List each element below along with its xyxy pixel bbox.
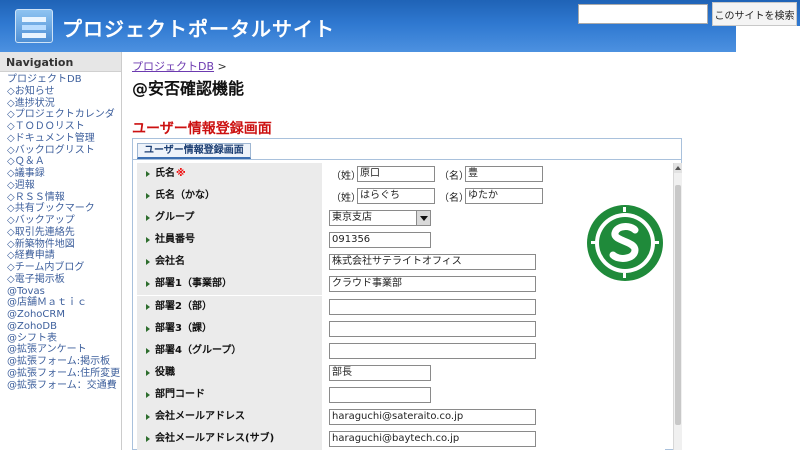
tab-user-registration[interactable]: ユーザー情報登録画面 <box>137 143 251 159</box>
nav-item-todo-list[interactable]: ◇ＴＯＤＯリスト <box>7 121 121 133</box>
main-content: プロジェクトDB > @安否確認機能 ユーザー情報登録画面 ユーザー情報登録画面… <box>122 52 800 450</box>
nav-item-documents[interactable]: ◇ドキュメント管理 <box>7 133 121 145</box>
dept2-input[interactable] <box>329 298 536 315</box>
form-row-email: 会社メールアドレス haraguchi@sateraito.co.jp <box>137 406 665 429</box>
breadcrumb: プロジェクトDB > <box>132 58 227 74</box>
nav-item-announcements[interactable]: ◇お知らせ <box>7 86 121 98</box>
navigation-list: プロジェクトDB ◇お知らせ ◇進捗状況 ◇プロジェクトカレンダ ◇ＴＯＤＯリス… <box>0 72 121 391</box>
form-row-dept4: 部署4（グループ） <box>137 339 665 362</box>
nav-item-property-map[interactable]: ◇新築物件地図 <box>7 239 121 251</box>
nav-item-tovas[interactable]: @Tovas <box>7 286 121 298</box>
nav-item-minutes[interactable]: ◇議事録 <box>7 168 121 180</box>
nav-item-survey[interactable]: @拡張アンケート <box>7 344 121 356</box>
name-label-text: 氏名 <box>155 168 175 179</box>
name-kana-label: 氏名（かな） <box>137 185 322 208</box>
nav-item-backup[interactable]: ◇バックアップ <box>7 215 121 227</box>
dept4-input[interactable] <box>329 342 536 359</box>
navigation-title: Navigation <box>0 52 121 72</box>
nav-item-form-address[interactable]: @拡張フォーム:住所変更 <box>7 368 121 380</box>
nav-item-bookmarks[interactable]: ◇共有ブックマーク <box>7 203 121 215</box>
company-input[interactable]: 株式会社サテライトオフィス <box>329 254 536 271</box>
group-label: グループ <box>137 207 322 230</box>
nav-item-expenses[interactable]: ◇経費申請 <box>7 250 121 262</box>
email-input[interactable]: haraguchi@sateraito.co.jp <box>329 409 536 426</box>
name-label: 氏名※ <box>137 163 322 185</box>
nav-item-form-board[interactable]: @拡張フォーム:掲示板 <box>7 356 121 368</box>
group-select-value: 東京支店 <box>332 212 372 224</box>
sateraito-logo-seal <box>587 205 663 281</box>
site-search-button[interactable]: このサイトを検索 <box>712 2 797 26</box>
nav-item-tenpo-matic[interactable]: @店舗Ｍａｔｉｃ <box>7 297 121 309</box>
section-title: ユーザー情報登録画面 <box>132 121 272 137</box>
form-row-dept3: 部署3（課） <box>137 317 665 340</box>
email-sub-label: 会社メールアドレス(サブ) <box>137 428 322 450</box>
scrollbar-thumb[interactable] <box>675 185 681 425</box>
form-row-position: 役職 部長 <box>137 361 665 384</box>
form-row-dept-code: 部門コード <box>137 383 665 407</box>
site-search-input[interactable] <box>578 4 708 24</box>
scroll-up-icon[interactable] <box>674 163 682 173</box>
breadcrumb-separator: > <box>214 60 227 73</box>
nav-item-backlog[interactable]: ◇バックログリスト <box>7 145 121 157</box>
position-input[interactable]: 部長 <box>329 364 431 381</box>
page-title: @安否確認機能 <box>132 79 245 98</box>
first-name-kana-input[interactable]: ゆたか <box>465 188 543 205</box>
nav-item-project-db[interactable]: プロジェクトDB <box>7 74 121 86</box>
form-scrollbar[interactable] <box>673 163 682 450</box>
nav-item-team-blog[interactable]: ◇チーム内ブログ <box>7 262 121 274</box>
nav-item-rss[interactable]: ◇ＲＳＳ情報 <box>7 192 121 204</box>
form-row-email-sub: 会社メールアドレス(サブ) haraguchi@baytech.co.jp <box>137 428 665 450</box>
form-panel: ユーザー情報登録画面 氏名※ （姓） 原口 （名） 豊 氏名（かな） （姓） は… <box>132 138 682 450</box>
email-label: 会社メールアドレス <box>137 406 322 429</box>
site-header: プロジェクトポータルサイト このサイトを検索 <box>0 0 800 52</box>
dept3-label: 部署3（課） <box>137 317 322 340</box>
nav-item-project-calendar[interactable]: ◇プロジェクトカレンダ <box>7 109 121 121</box>
nav-item-shift[interactable]: @シフト表 <box>7 333 121 345</box>
position-label: 役職 <box>137 361 322 384</box>
employee-no-label: 社員番号 <box>137 229 322 252</box>
company-label: 会社名 <box>137 251 322 274</box>
chevron-down-icon[interactable] <box>416 211 430 226</box>
nav-item-zoho-db[interactable]: @ZohoDB <box>7 321 121 333</box>
nav-item-weekly-report[interactable]: ◇週報 <box>7 180 121 192</box>
site-logo-icon <box>15 9 53 43</box>
navigation-sidebar: Navigation プロジェクトDB ◇お知らせ ◇進捗状況 ◇プロジェクトカ… <box>0 52 122 450</box>
nav-item-form-transport[interactable]: @拡張フォーム：交通費 <box>7 380 121 392</box>
form-row-dept2: 部署2（部） <box>137 295 665 318</box>
group-select[interactable]: 東京支店 <box>329 210 431 227</box>
site-title: プロジェクトポータルサイト <box>62 17 335 41</box>
tab-divider <box>133 159 681 160</box>
dept1-label: 部署1（事業部） <box>137 273 322 296</box>
last-name-kana-input[interactable]: はらぐち <box>357 188 435 205</box>
required-mark: ※ <box>176 168 186 179</box>
nav-item-progress[interactable]: ◇進捗状況 <box>7 98 121 110</box>
dept-code-input[interactable] <box>329 386 431 403</box>
first-name-input[interactable]: 豊 <box>465 166 543 182</box>
header-right-panel <box>736 26 800 52</box>
dept2-label: 部署2（部） <box>137 295 322 318</box>
nav-item-bulletin-board[interactable]: ◇電子掲示板 <box>7 274 121 286</box>
nav-item-contacts[interactable]: ◇取引先連絡先 <box>7 227 121 239</box>
breadcrumb-link-project-db[interactable]: プロジェクトDB <box>132 60 214 73</box>
form-row-name: 氏名※ （姓） 原口 （名） 豊 <box>137 163 665 186</box>
dept3-input[interactable] <box>329 320 536 337</box>
last-name-input[interactable]: 原口 <box>357 166 435 182</box>
nav-item-qa[interactable]: ◇Ｑ＆Ａ <box>7 156 121 168</box>
dept1-input[interactable]: クラウド事業部 <box>329 276 536 293</box>
email-sub-input[interactable]: haraguchi@baytech.co.jp <box>329 431 536 448</box>
dept-code-label: 部門コード <box>137 383 322 406</box>
dept4-label: 部署4（グループ） <box>137 339 322 362</box>
employee-no-input[interactable]: 091356 <box>329 232 431 249</box>
nav-item-zoho-crm[interactable]: @ZohoCRM <box>7 309 121 321</box>
